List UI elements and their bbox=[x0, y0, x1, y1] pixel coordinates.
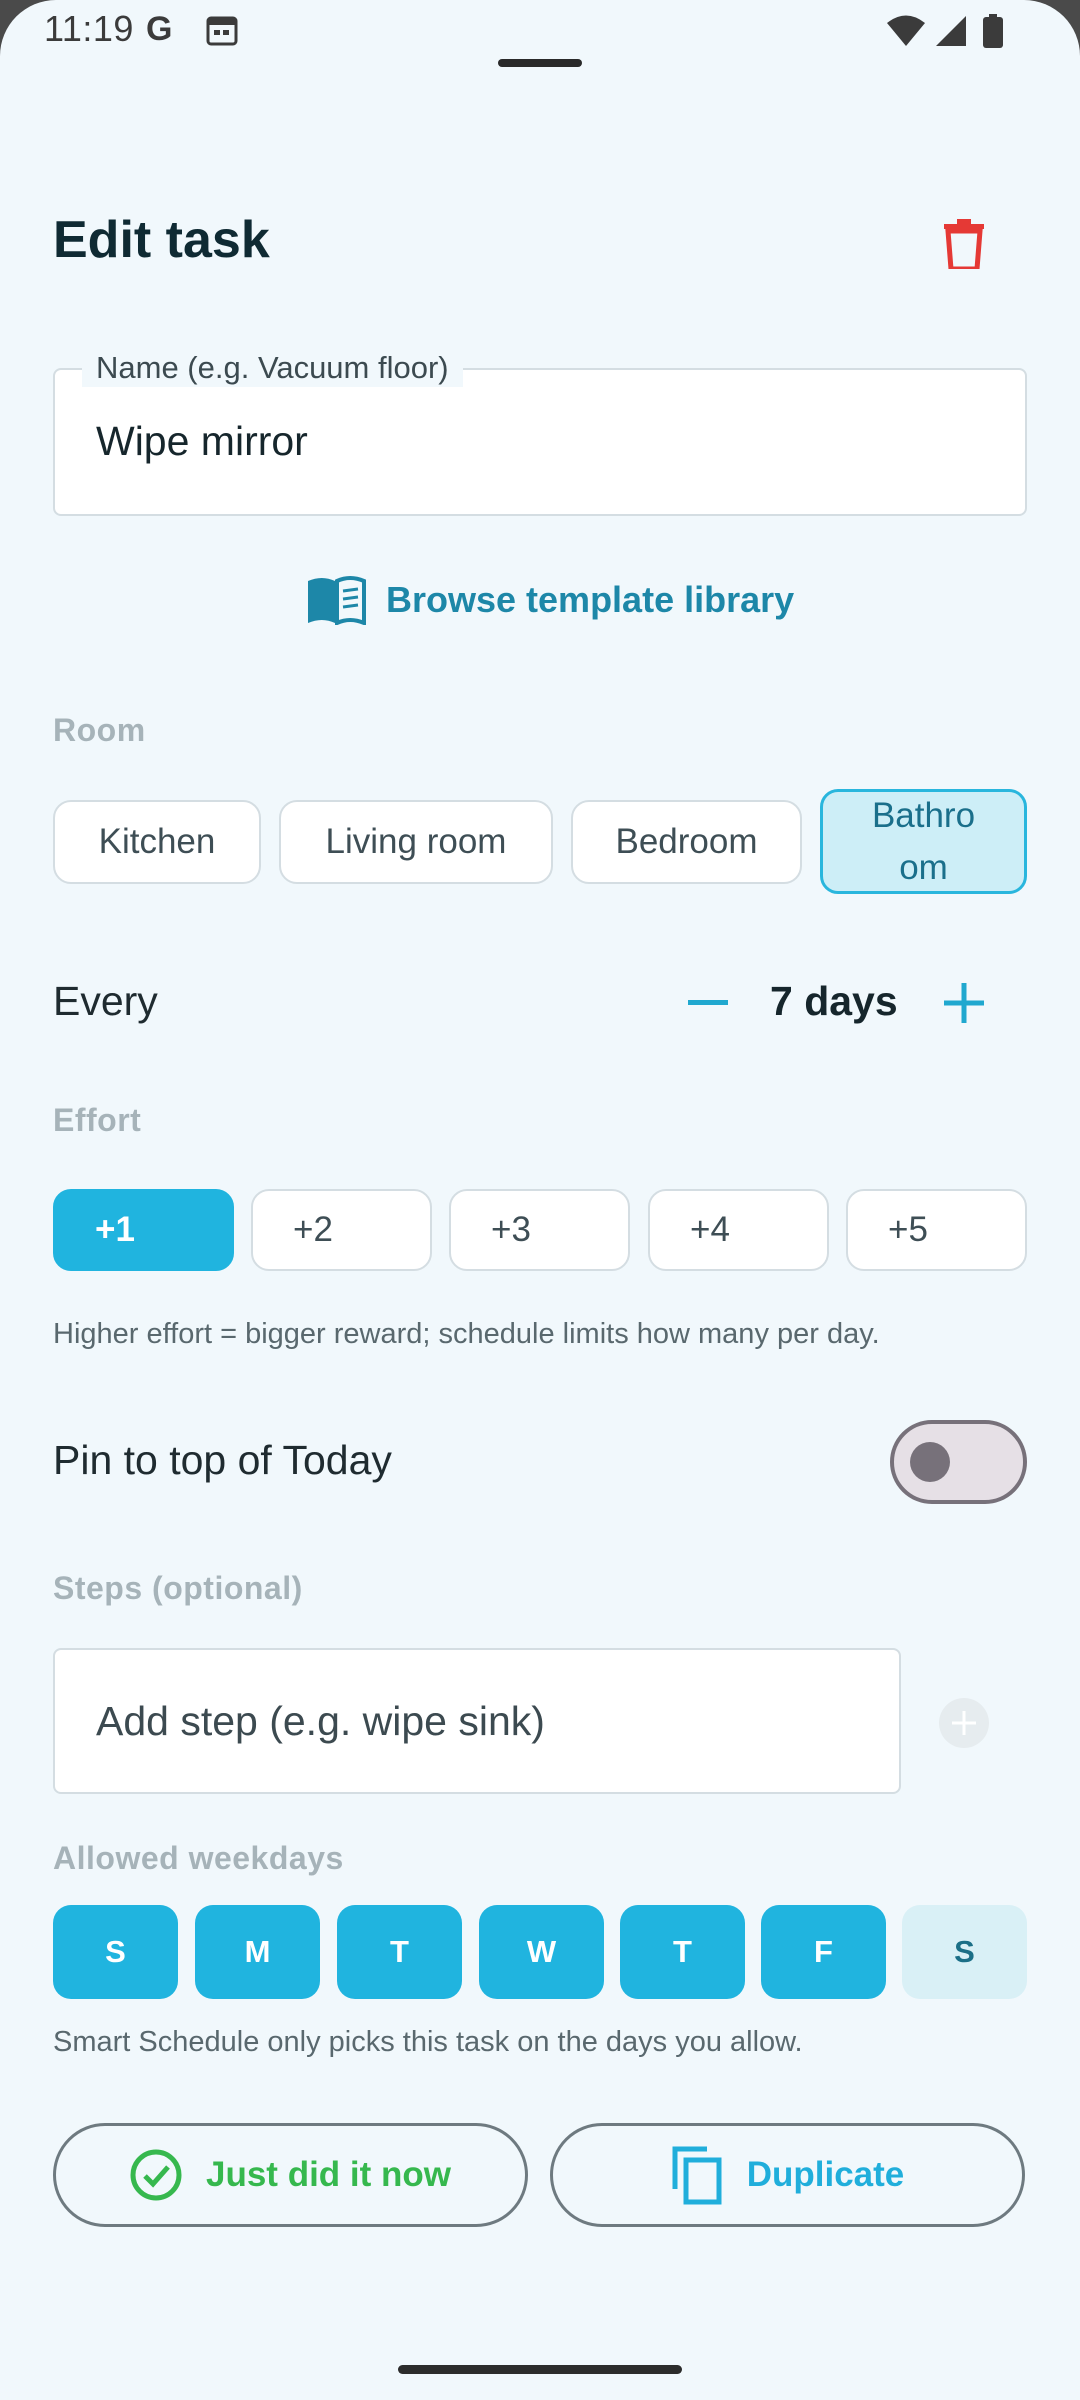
days-value: 7 days bbox=[770, 978, 898, 1024]
browse-template-library-label: Browse template library bbox=[386, 579, 795, 620]
effort-hint: Higher effort = bigger reward; schedule … bbox=[53, 1318, 880, 1350]
room-section-label: Room bbox=[53, 712, 146, 748]
duplicate-button[interactable]: Duplicate bbox=[550, 2123, 1025, 2227]
effort-section-label: Effort bbox=[53, 1102, 142, 1138]
effort-option-3[interactable]: +3 bbox=[449, 1189, 630, 1271]
browse-template-library-button[interactable]: Browse template library bbox=[306, 572, 794, 628]
weekday-saturday[interactable]: S bbox=[902, 1905, 1027, 1999]
page-title: Edit task bbox=[53, 211, 270, 269]
effort-option-4[interactable]: +4 bbox=[648, 1189, 829, 1271]
plus-icon bbox=[952, 1711, 976, 1735]
effort-option-5[interactable]: +5 bbox=[846, 1189, 1027, 1271]
drag-handle[interactable] bbox=[498, 59, 582, 67]
name-field-label: Name (e.g. Vacuum floor) bbox=[82, 349, 463, 387]
minus-icon bbox=[688, 1000, 728, 1005]
add-step-placeholder: Add step (e.g. wipe sink) bbox=[96, 1698, 545, 1744]
decrement-days-button[interactable] bbox=[686, 973, 730, 1033]
toggle-knob bbox=[910, 1442, 950, 1482]
add-step-button[interactable] bbox=[939, 1698, 989, 1748]
add-step-input[interactable]: Add step (e.g. wipe sink) bbox=[53, 1648, 901, 1794]
google-icon: G bbox=[146, 10, 173, 48]
effort-option-1[interactable]: +1 bbox=[53, 1189, 234, 1271]
weekday-thursday[interactable]: T bbox=[620, 1905, 745, 1999]
just-did-it-now-button[interactable]: Just did it now bbox=[53, 2123, 528, 2227]
name-field[interactable]: Wipe mirror bbox=[53, 368, 1027, 516]
copy-icon bbox=[672, 2146, 722, 2205]
status-bar: 11:19 G bbox=[0, 0, 1080, 64]
room-chip-bathroom[interactable]: Bathro om bbox=[820, 789, 1027, 894]
effort-option-2[interactable]: +2 bbox=[251, 1189, 432, 1271]
edit-task-sheet: 11:19 G Edit task Wipe mirror Name (e.g.… bbox=[0, 0, 1080, 2400]
home-indicator[interactable] bbox=[398, 2365, 682, 2374]
check-circle-icon bbox=[130, 2149, 182, 2201]
wifi-icon bbox=[886, 14, 926, 53]
room-chip-kitchen[interactable]: Kitchen bbox=[53, 800, 261, 884]
weekday-monday[interactable]: M bbox=[195, 1905, 320, 1999]
signal-icon bbox=[934, 14, 968, 53]
every-label: Every bbox=[53, 978, 158, 1024]
trash-icon bbox=[944, 219, 984, 269]
duplicate-label: Duplicate bbox=[746, 2155, 905, 2194]
weekday-tuesday[interactable]: T bbox=[337, 1905, 462, 1999]
weekdays-section-label: Allowed weekdays bbox=[53, 1840, 344, 1876]
weekday-friday[interactable]: F bbox=[761, 1905, 886, 1999]
pin-to-top-label: Pin to top of Today bbox=[53, 1437, 392, 1483]
room-chip-living-room[interactable]: Living room bbox=[279, 800, 553, 884]
just-did-it-now-label: Just did it now bbox=[206, 2155, 451, 2194]
plus-icon bbox=[944, 983, 984, 1023]
weekday-wednesday[interactable]: W bbox=[479, 1905, 604, 1999]
steps-section-label: Steps (optional) bbox=[53, 1570, 303, 1606]
room-chip-bedroom[interactable]: Bedroom bbox=[571, 800, 802, 884]
weekday-hint: Smart Schedule only picks this task on t… bbox=[53, 2026, 803, 2058]
increment-days-button[interactable] bbox=[942, 973, 986, 1033]
battery-icon bbox=[982, 14, 1004, 53]
delete-button[interactable] bbox=[934, 212, 994, 276]
pin-to-top-toggle[interactable] bbox=[890, 1420, 1027, 1504]
status-time: 11:19 bbox=[44, 8, 134, 49]
name-field-value[interactable]: Wipe mirror bbox=[96, 418, 308, 465]
calendar-icon bbox=[206, 14, 238, 51]
weekday-sunday[interactable]: S bbox=[53, 1905, 178, 1999]
book-icon bbox=[308, 576, 366, 625]
